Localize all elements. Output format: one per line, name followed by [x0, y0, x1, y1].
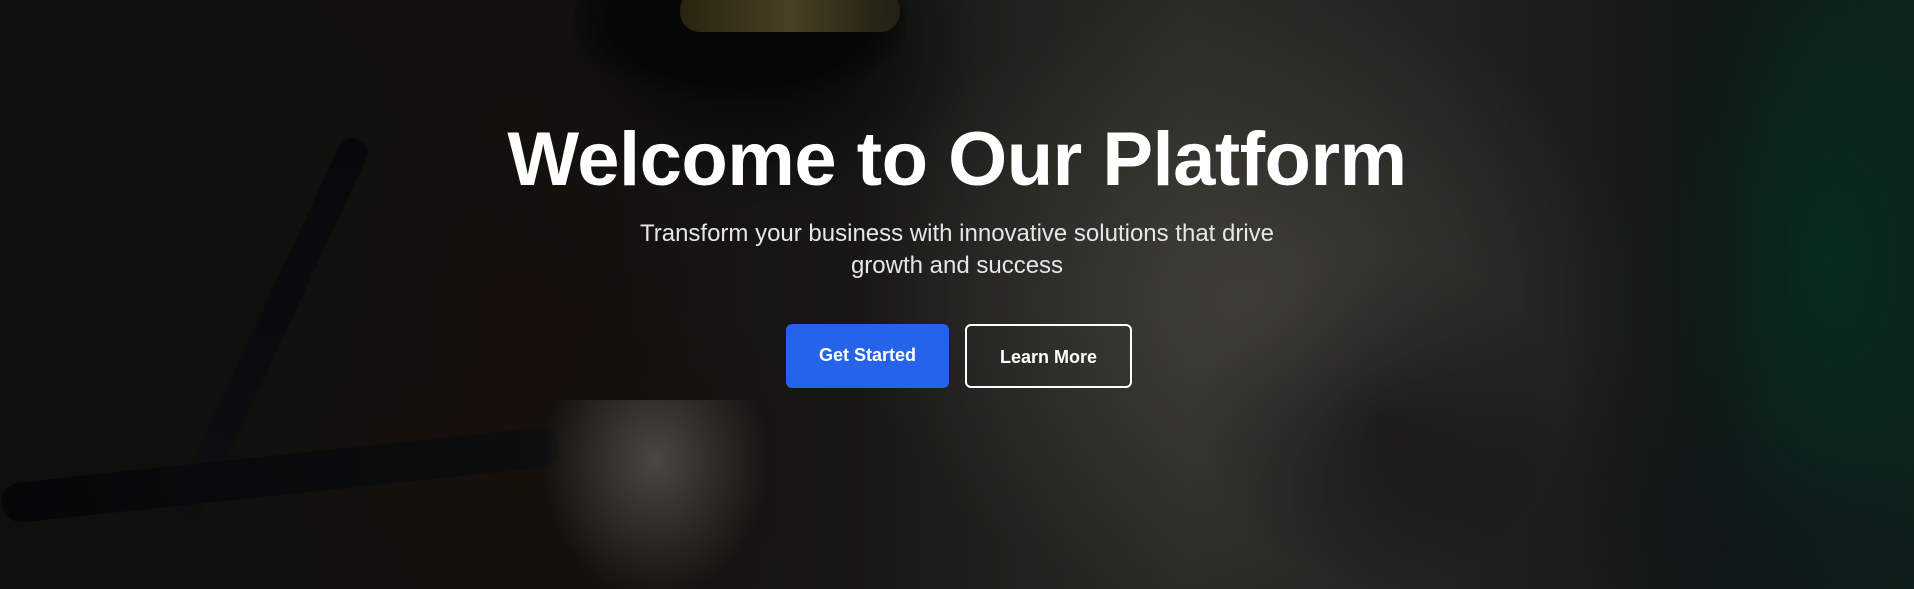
- hero-section: Welcome to Our Platform Transform your b…: [0, 0, 1914, 589]
- hero-title: Welcome to Our Platform: [507, 117, 1407, 202]
- hero-content: Welcome to Our Platform Transform your b…: [0, 0, 1914, 589]
- hero-subtitle: Transform your business with innovative …: [639, 220, 1275, 279]
- get-started-button[interactable]: Get Started: [786, 324, 949, 388]
- learn-more-button[interactable]: Learn More: [965, 324, 1132, 388]
